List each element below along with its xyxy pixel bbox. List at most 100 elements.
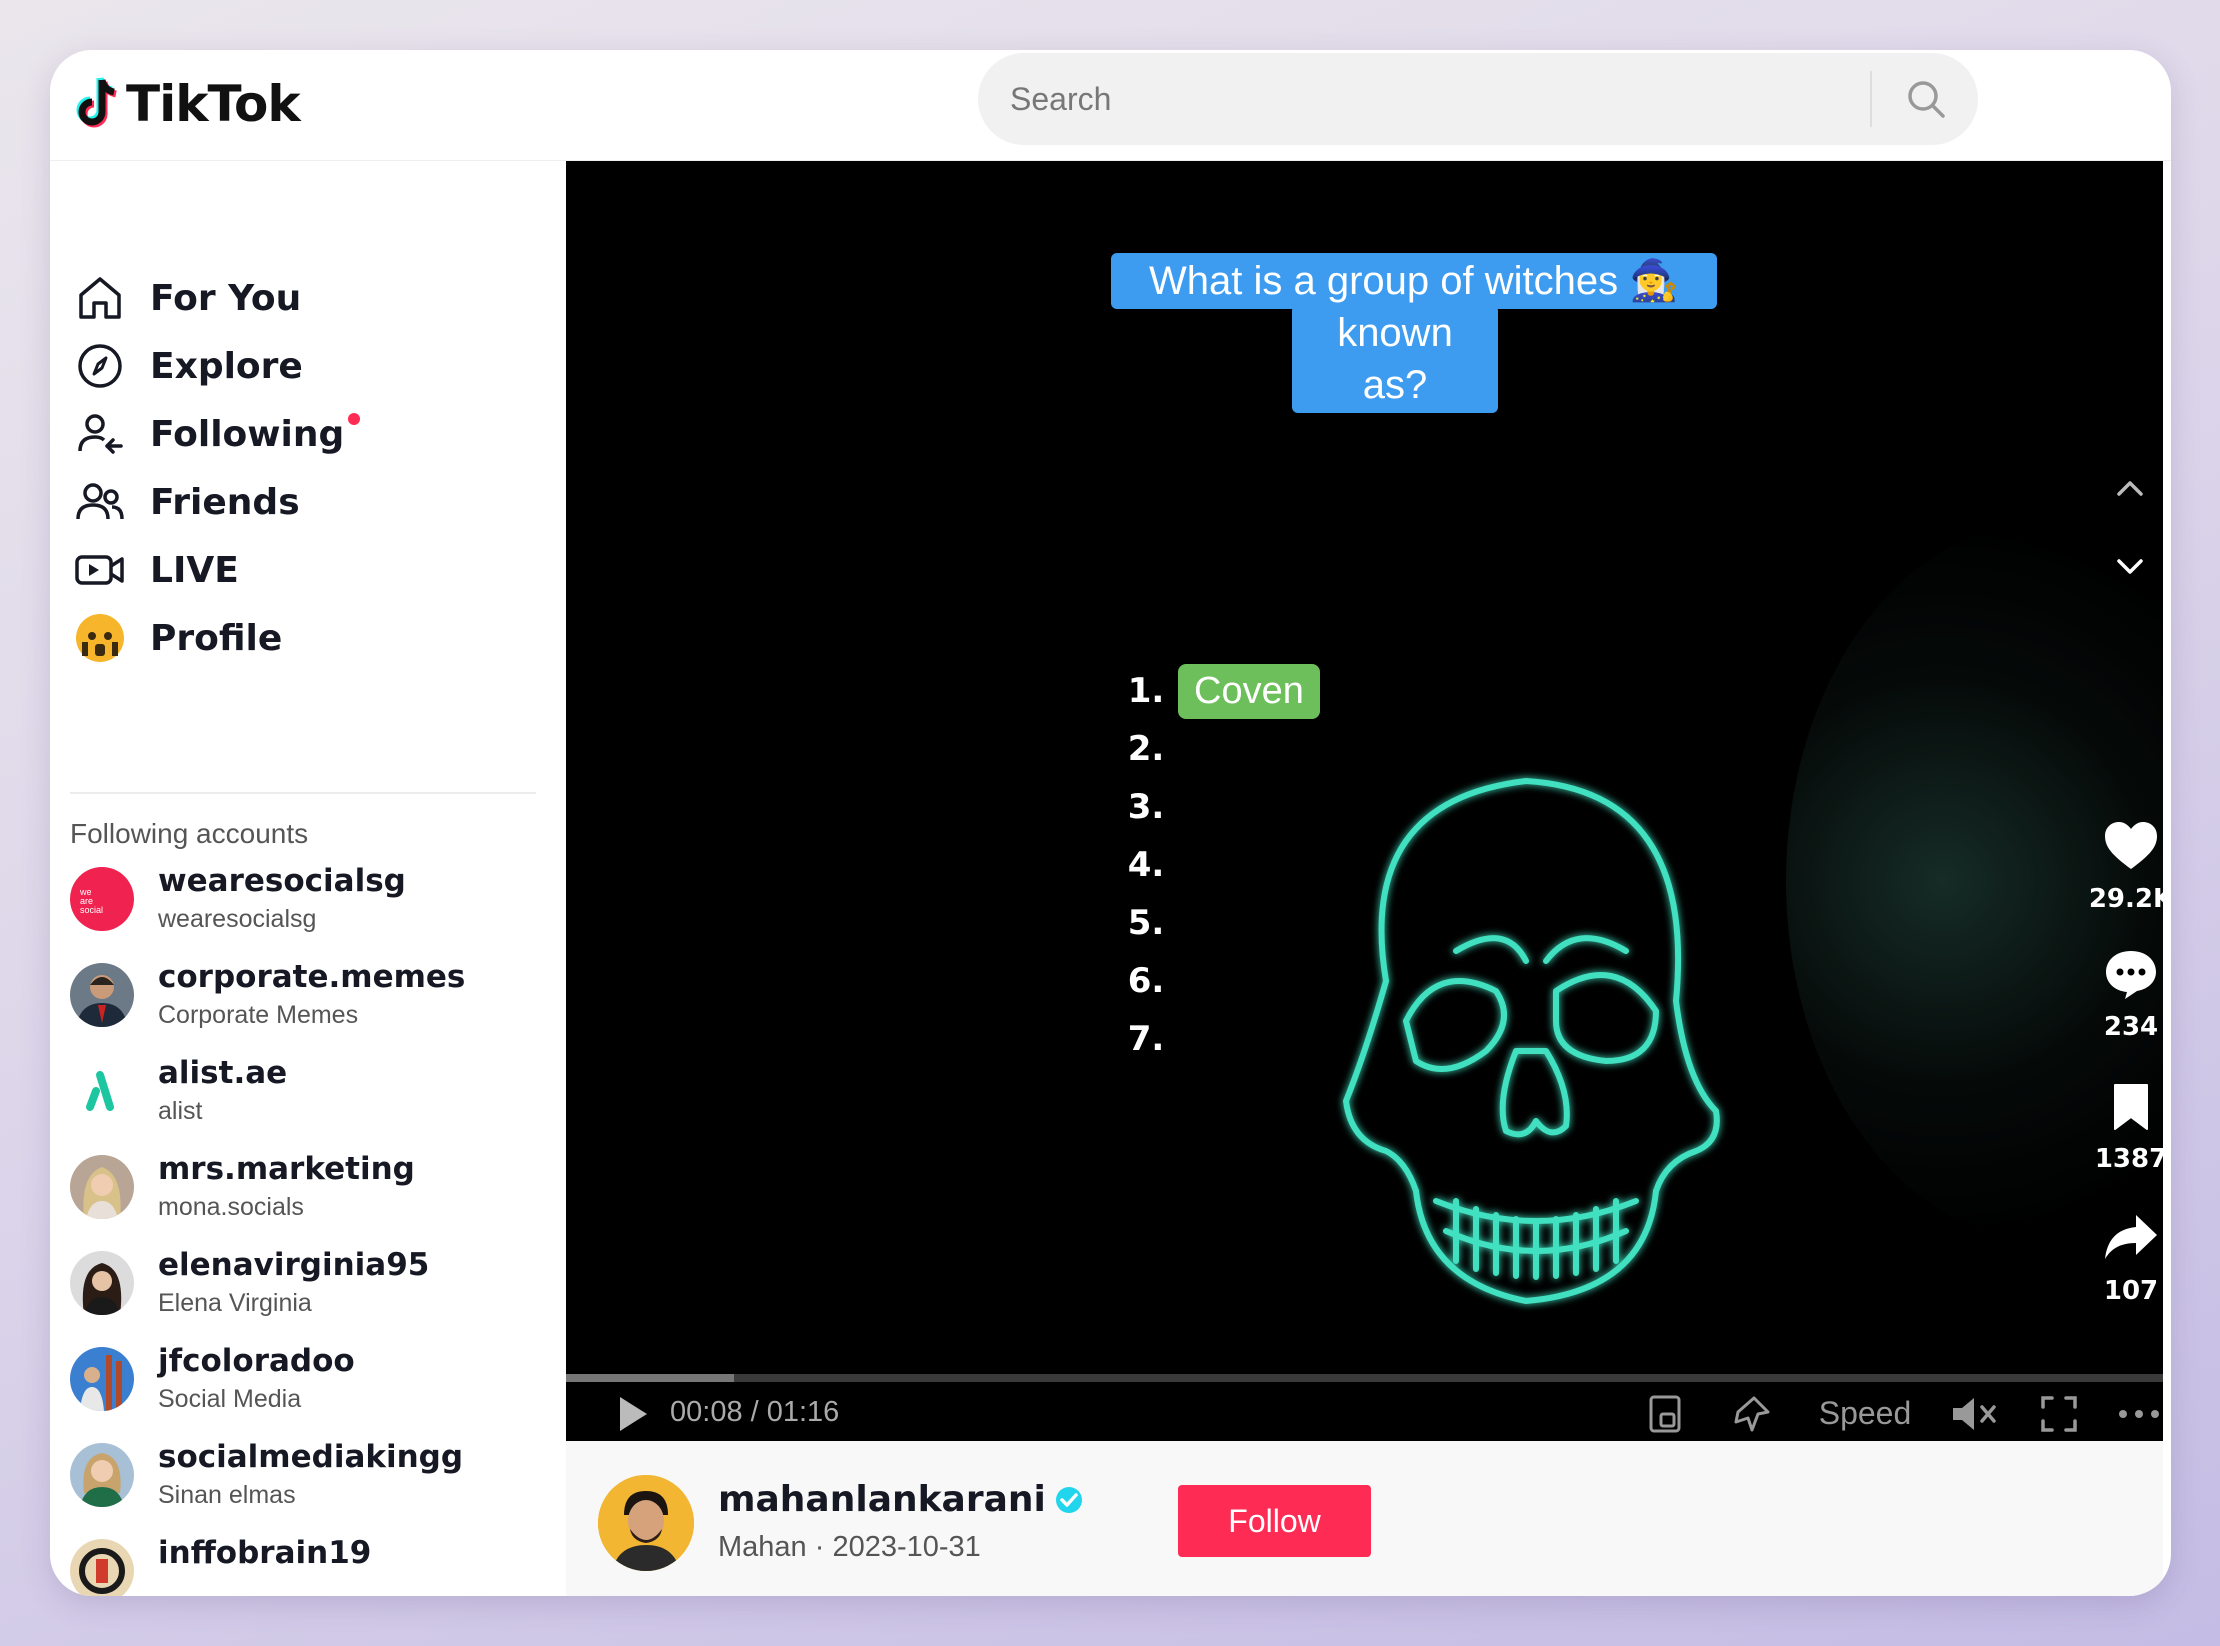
answer-number: 7. <box>1127 1019 1165 1059</box>
account-avatar <box>70 1059 134 1123</box>
answer-row: 1. Coven <box>1126 661 1320 721</box>
account-item[interactable]: inffobrain19 <box>70 1529 550 1596</box>
account-item[interactable]: alist.ae alist <box>70 1049 550 1133</box>
search-button[interactable] <box>1894 69 1958 129</box>
following-icon <box>70 404 130 464</box>
nav-label: Following <box>150 413 345 455</box>
account-avatar <box>70 963 134 1027</box>
share-button[interactable]: 107 <box>2081 1211 2163 1306</box>
nav-friends[interactable]: Friends <box>70 467 300 537</box>
video-player[interactable]: What is a group of witches 🧙‍♀️ known as… <box>566 161 2163 1441</box>
search-icon <box>1908 81 1945 118</box>
svg-text:social: social <box>80 905 103 915</box>
account-username: mrs.marketing <box>158 1151 415 1187</box>
nav-explore[interactable]: Explore <box>70 331 303 401</box>
verified-badge-icon <box>1055 1486 1082 1513</box>
author-username: mahanlankarani <box>718 1479 1046 1520</box>
speed-button[interactable]: Speed <box>1810 1386 1920 1441</box>
notification-dot <box>348 413 361 425</box>
author-avatar[interactable] <box>598 1475 694 1571</box>
progress-fill <box>566 1374 734 1382</box>
nav-live[interactable]: LIVE <box>70 535 239 605</box>
author-nickname-date: Mahan · 2023-10-31 <box>718 1531 981 1563</box>
answer-row: 3. <box>1126 777 1166 837</box>
search-input[interactable] <box>1008 73 1862 125</box>
chevron-up-icon <box>2117 481 2143 496</box>
nav-profile[interactable]: Profile <box>70 603 282 673</box>
answer-row: 2. <box>1126 719 1166 779</box>
progress-bar[interactable] <box>566 1374 2163 1382</box>
more-options-button[interactable] <box>2114 1386 2163 1441</box>
account-avatar <box>70 1251 134 1315</box>
like-count: 29.2K <box>2088 884 2163 914</box>
search-bar <box>978 53 1978 145</box>
save-button[interactable]: 1387 <box>2081 1081 2163 1174</box>
like-button[interactable]: 29.2K <box>2081 819 2163 914</box>
account-username: elenavirginia95 <box>158 1247 430 1283</box>
account-username: jfcoloradoo <box>158 1343 355 1379</box>
fullscreen-button[interactable] <box>2034 1386 2084 1441</box>
answer-row: 6. <box>1126 951 1166 1011</box>
account-username: wearesocialsg <box>158 863 406 899</box>
miniplayer-button[interactable] <box>1640 1386 1690 1441</box>
answer-row: 7. <box>1126 1009 1166 1069</box>
search-divider <box>1870 71 1872 127</box>
nav-label: Friends <box>150 481 300 523</box>
tiktok-logo[interactable]: TikTok <box>72 68 301 140</box>
account-avatar <box>70 1347 134 1411</box>
playback-time: 00:08 / 01:16 <box>670 1396 840 1428</box>
account-username: alist.ae <box>158 1055 288 1091</box>
answer-row: 5. <box>1126 893 1166 953</box>
nav-label: Profile <box>150 617 283 659</box>
home-icon <box>70 268 130 328</box>
nav-for-you[interactable]: For You <box>70 263 301 333</box>
account-nickname: alist <box>158 1097 203 1125</box>
mute-button[interactable] <box>1946 1386 2002 1441</box>
comment-icon <box>2106 951 2156 999</box>
account-nickname: Social Media <box>158 1385 302 1413</box>
account-avatar <box>70 1155 134 1219</box>
account-avatar <box>70 1443 134 1507</box>
account-nickname: mona.socials <box>158 1193 304 1221</box>
more-dots-icon <box>2119 1409 2159 1418</box>
fullscreen-icon <box>2041 1395 2077 1432</box>
sidebar-divider <box>70 792 536 794</box>
author-username-row[interactable]: mahanlankarani <box>718 1479 1084 1520</box>
account-avatar: we are social <box>70 867 134 931</box>
next-video-button[interactable] <box>2103 540 2157 594</box>
friends-icon <box>70 472 130 532</box>
miniplayer-icon <box>1649 1395 1681 1432</box>
question-line-1: What is a group of witches 🧙‍♀️ <box>1111 253 1717 309</box>
comment-count: 234 <box>2103 1012 2159 1042</box>
profile-avatar <box>70 608 130 668</box>
account-item[interactable]: jfcoloradoo Social Media <box>70 1337 550 1421</box>
account-item[interactable]: elenavirginia95 Elena Virginia <box>70 1241 550 1325</box>
previous-video-button[interactable] <box>2103 461 2157 515</box>
account-username: inffobrain19 <box>158 1535 372 1571</box>
following-accounts-title: Following accounts <box>70 818 309 849</box>
compass-icon <box>70 336 130 396</box>
share-arrow-icon <box>2105 1215 2157 1259</box>
account-nickname: Corporate Memes <box>158 1001 359 1029</box>
chevron-down-icon <box>2117 559 2143 574</box>
follow-button[interactable]: Follow <box>1178 1485 1371 1557</box>
account-item[interactable]: mrs.marketing mona.socials <box>70 1145 550 1229</box>
play-button[interactable] <box>608 1386 658 1441</box>
play-icon <box>620 1396 647 1431</box>
heart-icon <box>2105 822 2157 869</box>
answer-number: 6. <box>1127 961 1165 1001</box>
account-item[interactable]: we are social wearesocialsg wearesocialsg <box>70 857 550 941</box>
nav-label: Explore <box>150 345 303 387</box>
comment-button[interactable]: 234 <box>2081 947 2163 1042</box>
floating-player-button[interactable] <box>1726 1386 1776 1441</box>
answer-row: 4. <box>1126 835 1166 895</box>
tiktok-wordmark: TikTok <box>126 75 301 133</box>
account-nickname: Sinan elmas <box>158 1481 296 1509</box>
nav-label: LIVE <box>150 549 239 591</box>
save-count: 1387 <box>2094 1144 2163 1174</box>
nav-following[interactable]: Following <box>70 399 361 469</box>
account-item[interactable]: corporate.memes Corporate Memes <box>70 953 550 1037</box>
account-item[interactable]: socialmediakingg Sinan elmas <box>70 1433 550 1517</box>
share-count: 107 <box>2103 1276 2159 1306</box>
volume-muted-icon <box>1953 1397 1996 1430</box>
